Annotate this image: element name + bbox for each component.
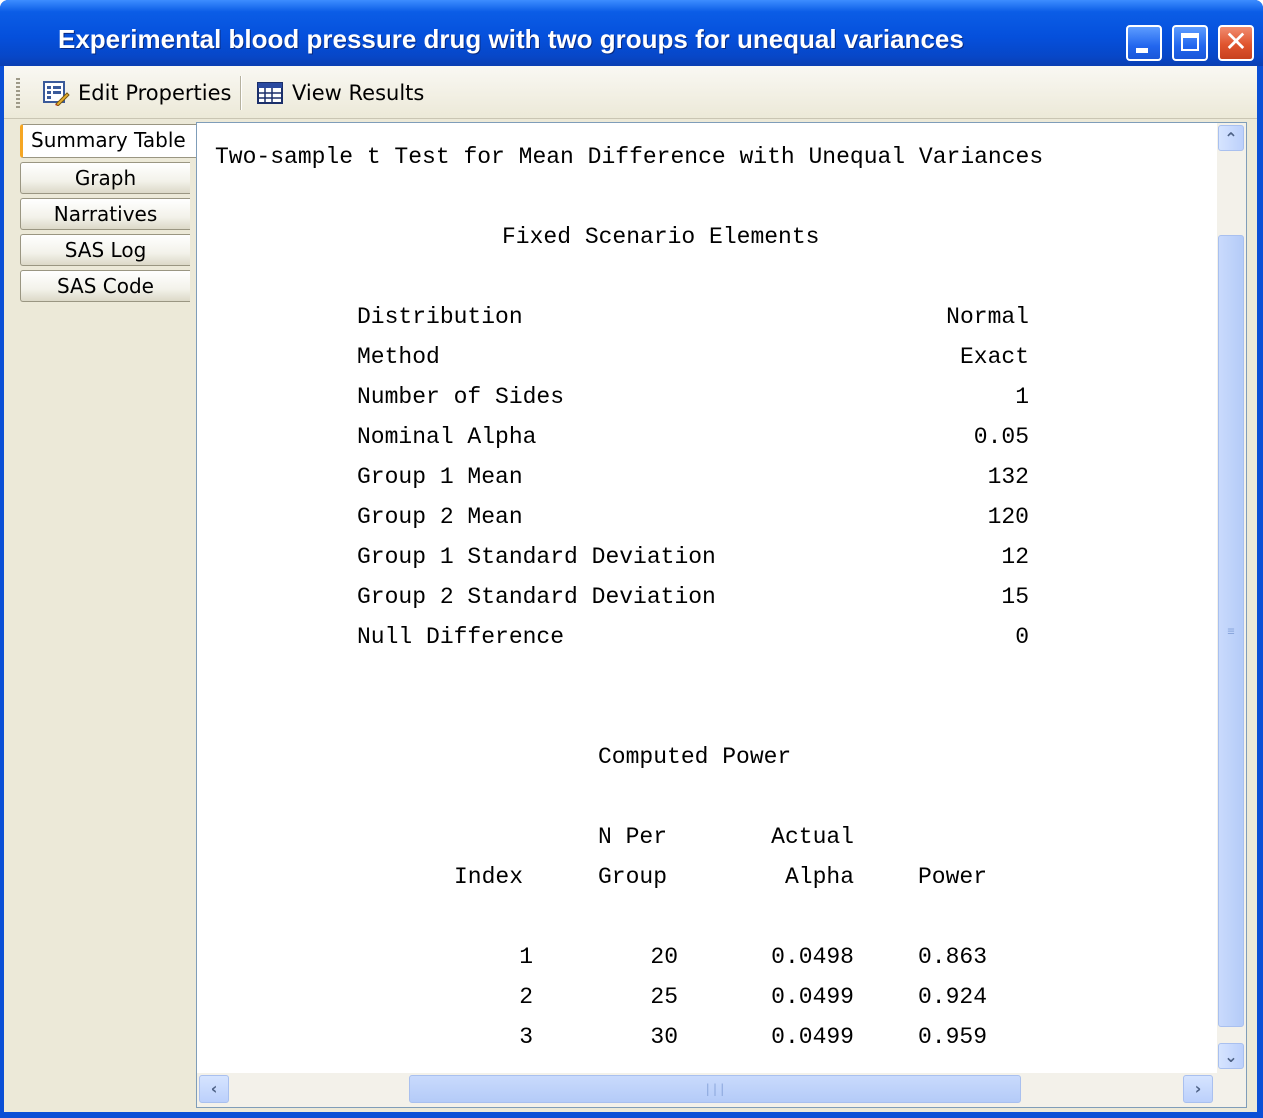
tab-summary-table[interactable]: Summary Table: [20, 124, 196, 158]
table-cell-index: 1: [519, 944, 533, 970]
window-title: Experimental blood pressure drug with tw…: [58, 24, 964, 54]
fixed-label: Group 1 Mean: [357, 464, 523, 490]
toolbar-separator: [240, 76, 241, 110]
fixed-label: Method: [357, 344, 440, 370]
table-cell-alpha: 0.0498: [771, 944, 854, 970]
vertical-scrollbar[interactable]: ⌃ ≡ ⌄: [1217, 123, 1246, 1073]
table-cell-alpha: 0.0499: [771, 1024, 854, 1050]
table-cell-power: 0.863: [918, 944, 988, 970]
close-button[interactable]: ✕: [1218, 25, 1254, 61]
view-results-icon: [257, 82, 283, 104]
table-cell-index: 3: [519, 1024, 533, 1050]
results-panel: Two-sample t Test for Mean Difference wi…: [196, 122, 1247, 1108]
column-header-n-bottom: Group: [598, 864, 668, 890]
minimize-button[interactable]: [1126, 25, 1162, 61]
fixed-label: Group 1 Standard Deviation: [357, 544, 716, 570]
edit-properties-label: Edit Properties: [78, 81, 232, 105]
maximize-icon: [1181, 33, 1199, 51]
report-title: Two-sample t Test for Mean Difference wi…: [215, 144, 1044, 170]
fixed-value: 12: [1001, 544, 1029, 570]
table-cell-n: 25: [650, 984, 678, 1010]
title-bar[interactable]: Experimental blood pressure drug with tw…: [0, 0, 1263, 66]
edit-properties-icon: [43, 81, 70, 106]
edit-properties-button[interactable]: Edit Properties: [42, 76, 231, 110]
fixed-elements-heading: Fixed Scenario Elements: [502, 224, 820, 250]
scroll-grip-icon: |||: [704, 1082, 726, 1096]
view-results-button[interactable]: View Results: [256, 76, 424, 110]
fixed-value: Normal: [946, 304, 1029, 330]
fixed-label: Nominal Alpha: [357, 424, 537, 450]
fixed-value: 120: [987, 504, 1029, 530]
fixed-value: Exact: [959, 344, 1029, 370]
horizontal-scrollbar[interactable]: ‹ ||| ›: [197, 1073, 1246, 1107]
scroll-grip-icon: ≡: [1227, 624, 1235, 638]
vertical-scroll-thumb[interactable]: ≡: [1218, 235, 1244, 1027]
fixed-value: 15: [1001, 584, 1029, 610]
fixed-label: Group 2 Mean: [357, 504, 523, 530]
fixed-value: 0.05: [973, 424, 1029, 450]
table-cell-power: 0.959: [918, 1024, 988, 1050]
column-header-n-top: N Per: [598, 824, 668, 850]
toolbar: Edit Properties View Results: [4, 66, 1257, 119]
fixed-value: 0: [1015, 624, 1029, 650]
column-header-index: Index: [454, 864, 524, 890]
table-cell-alpha: 0.0499: [771, 984, 854, 1010]
fixed-label: Null Difference: [357, 624, 565, 650]
maximize-button[interactable]: [1172, 25, 1208, 61]
tab-sas-log[interactable]: SAS Log: [20, 234, 190, 266]
column-header-alpha-bottom: Alpha: [784, 864, 854, 890]
scroll-left-button[interactable]: ‹: [199, 1075, 229, 1103]
table-cell-n: 20: [650, 944, 678, 970]
column-header-alpha-top: Actual: [771, 824, 854, 850]
table-cell-n: 30: [650, 1024, 678, 1050]
close-icon: ✕: [1224, 25, 1248, 58]
scroll-right-icon: ›: [1194, 1079, 1202, 1098]
horizontal-scroll-thumb[interactable]: |||: [409, 1075, 1021, 1103]
toolbar-grip[interactable]: [16, 78, 20, 108]
tab-narratives[interactable]: Narratives: [20, 198, 190, 230]
scroll-down-button[interactable]: ⌄: [1218, 1043, 1244, 1069]
tab-graph[interactable]: Graph: [20, 162, 190, 194]
column-header-power: Power: [918, 864, 988, 890]
application-window: Experimental blood pressure drug with tw…: [0, 0, 1263, 1118]
fixed-label: Group 2 Standard Deviation: [357, 584, 716, 610]
window-body: Edit Properties View Results Summary Tab…: [4, 66, 1257, 1112]
minimize-icon: [1136, 48, 1148, 53]
scroll-up-icon: ⌃: [1224, 129, 1238, 148]
fixed-label: Number of Sides: [357, 384, 565, 410]
summary-report: Two-sample t Test for Mean Difference wi…: [197, 123, 1217, 1073]
scroll-down-icon: ⌄: [1224, 1047, 1238, 1066]
scroll-up-button[interactable]: ⌃: [1218, 125, 1244, 151]
fixed-label: Distribution: [357, 304, 523, 330]
view-results-label: View Results: [292, 81, 425, 105]
table-cell-power: 0.924: [918, 984, 988, 1010]
scroll-right-button[interactable]: ›: [1183, 1075, 1213, 1103]
computed-power-heading: Computed Power: [598, 744, 792, 770]
fixed-value: 1: [1015, 384, 1029, 410]
table-cell-index: 2: [519, 984, 533, 1010]
tab-sas-code[interactable]: SAS Code: [20, 270, 190, 302]
scroll-left-icon: ‹: [210, 1079, 218, 1098]
fixed-value: 132: [987, 464, 1029, 490]
